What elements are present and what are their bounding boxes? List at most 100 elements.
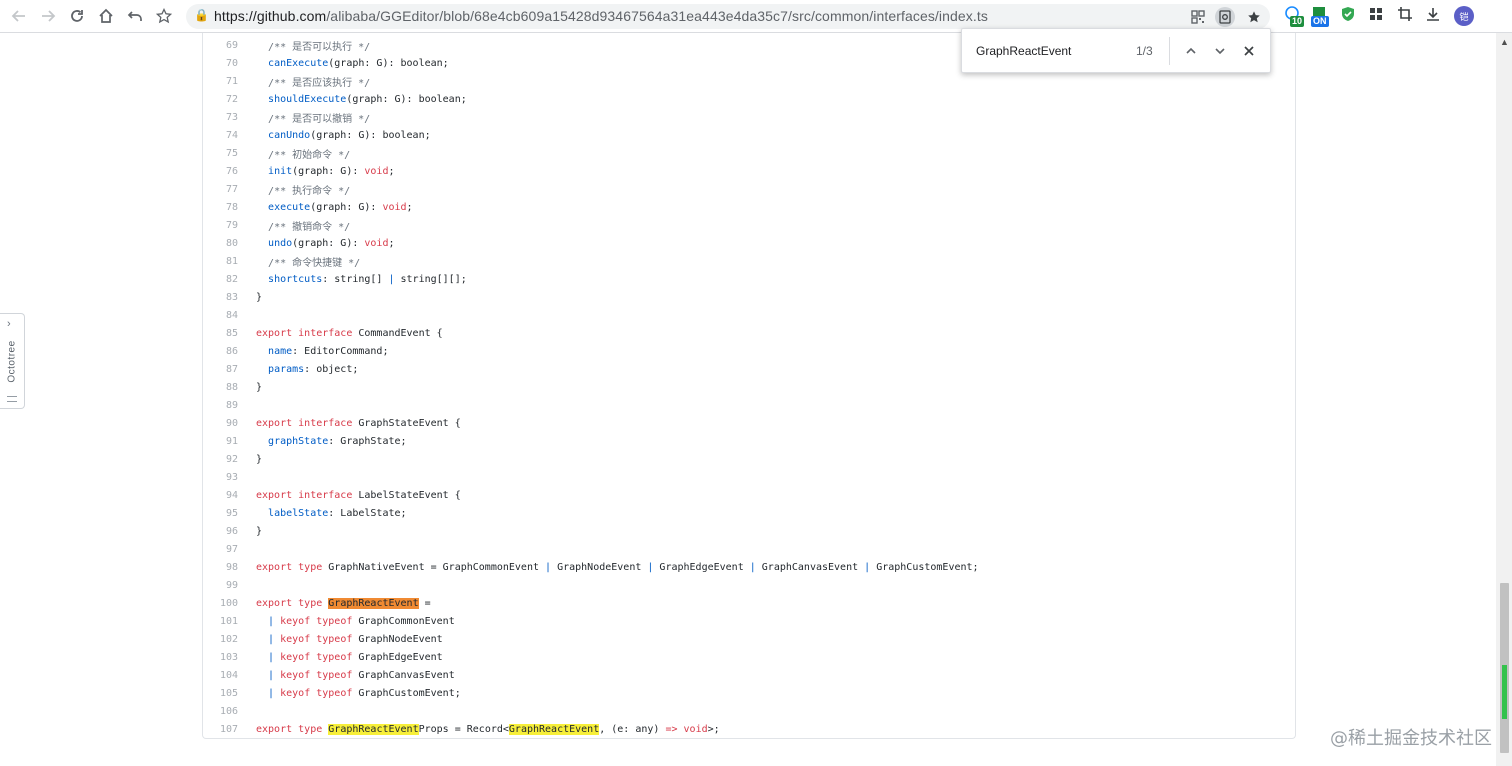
- line-number[interactable]: 101: [202, 616, 238, 627]
- line-number[interactable]: 91: [202, 436, 238, 447]
- code-line: 76 init(graph: G): void;: [202, 162, 1292, 180]
- line-number[interactable]: 85: [202, 328, 238, 339]
- find-previous-chevron-up-icon[interactable]: [1180, 40, 1202, 62]
- line-number[interactable]: 92: [202, 454, 238, 465]
- octotree-toggle[interactable]: › Octotree: [0, 313, 25, 409]
- line-number[interactable]: 80: [202, 238, 238, 249]
- line-number[interactable]: 88: [202, 382, 238, 393]
- line-code: /** 是否可以执行 */: [256, 38, 370, 53]
- code-token: typeof: [316, 651, 353, 663]
- profile-avatar[interactable]: 铠: [1454, 6, 1474, 26]
- code-line: 105 | keyof typeof GraphCustomEvent;: [202, 684, 1292, 702]
- code-token: type: [298, 597, 323, 609]
- code-token: GraphCustomEvent;: [870, 561, 979, 573]
- line-number[interactable]: 69: [202, 40, 238, 51]
- drag-handle-icon[interactable]: [7, 396, 17, 402]
- page-scrollbar[interactable]: ▲: [1496, 33, 1512, 766]
- line-code: export type GraphNativeEvent = GraphComm…: [256, 562, 979, 573]
- address-bar[interactable]: 🔒 https://github.com/alibaba/GGEditor/bl…: [186, 4, 1270, 29]
- line-number[interactable]: 102: [202, 634, 238, 645]
- line-code: /** 命令快捷键 */: [256, 254, 360, 269]
- crop-icon[interactable]: [1397, 6, 1417, 26]
- line-number[interactable]: 94: [202, 490, 238, 501]
- code-line: 90 export interface GraphStateEvent {: [202, 414, 1292, 432]
- reload-icon[interactable]: [65, 4, 89, 28]
- extension-a-icon[interactable]: 10: [1284, 6, 1305, 27]
- back-arrow-icon[interactable]: [7, 4, 31, 28]
- code-line: 101 | keyof typeof GraphCommonEvent: [202, 612, 1292, 630]
- line-number[interactable]: 104: [202, 670, 238, 681]
- code-token: GraphCanvasEvent: [755, 561, 865, 573]
- line-number[interactable]: 93: [202, 472, 238, 483]
- octotree-label-text: Octotree: [6, 339, 18, 383]
- find-in-page-icon[interactable]: [1215, 7, 1235, 27]
- url-text[interactable]: https://github.com/alibaba/GGEditor/blob…: [214, 8, 988, 24]
- line-number[interactable]: 95: [202, 508, 238, 519]
- line-number[interactable]: 97: [202, 544, 238, 555]
- line-number[interactable]: 99: [202, 580, 238, 591]
- line-code: export interface GraphStateEvent {: [256, 418, 461, 429]
- line-number[interactable]: 76: [202, 166, 238, 177]
- code-token: Props = Record<: [418, 723, 509, 735]
- line-code: }: [256, 526, 262, 537]
- line-number[interactable]: 96: [202, 526, 238, 537]
- find-close-icon[interactable]: [1238, 40, 1260, 62]
- code-token: /** 撤销命令 */: [268, 221, 351, 233]
- line-number[interactable]: 90: [202, 418, 238, 429]
- line-number[interactable]: 78: [202, 202, 238, 213]
- line-number[interactable]: 98: [202, 562, 238, 573]
- line-number[interactable]: 100: [202, 598, 238, 609]
- forward-arrow-icon[interactable]: [36, 4, 60, 28]
- line-number[interactable]: 82: [202, 274, 238, 285]
- qr-code-icon[interactable]: [1188, 7, 1208, 27]
- code-line: 72 shouldExecute(graph: G): boolean;: [202, 90, 1292, 108]
- scroll-up-arrow-icon[interactable]: ▲: [1500, 37, 1509, 47]
- line-number[interactable]: 75: [202, 148, 238, 159]
- code-token: /** 是否可以撤销 */: [268, 113, 371, 125]
- line-number[interactable]: 70: [202, 58, 238, 69]
- code-token: name: [268, 345, 293, 357]
- line-number[interactable]: 107: [202, 724, 238, 735]
- code-line: 104 | keyof typeof GraphCanvasEvent: [202, 666, 1292, 684]
- line-number[interactable]: 106: [202, 706, 238, 717]
- line-number[interactable]: 89: [202, 400, 238, 411]
- line-number[interactable]: 86: [202, 346, 238, 357]
- line-number[interactable]: 81: [202, 256, 238, 267]
- bookmark-star-icon[interactable]: [152, 4, 176, 28]
- code-token: export: [256, 597, 293, 609]
- code-token: , (e: any): [599, 723, 666, 735]
- code-token: : EditorCommand;: [292, 345, 389, 357]
- url-path: /alibaba/GGEditor/blob/68e4cb609a15428d9…: [326, 8, 988, 24]
- line-number[interactable]: 79: [202, 220, 238, 231]
- line-number[interactable]: 84: [202, 310, 238, 321]
- download-icon[interactable]: [1425, 6, 1445, 26]
- extension-b-icon[interactable]: ON: [1311, 6, 1331, 27]
- undo-icon[interactable]: [123, 4, 147, 28]
- line-number[interactable]: 103: [202, 652, 238, 663]
- find-next-chevron-down-icon[interactable]: [1209, 40, 1231, 62]
- code-line: 98 export type GraphNativeEvent = GraphCo…: [202, 558, 1292, 576]
- line-number[interactable]: 83: [202, 292, 238, 303]
- code-token: GraphNativeEvent = GraphCommonEvent: [322, 561, 546, 573]
- code-token: GraphEdgeEvent: [653, 561, 750, 573]
- apps-grid-icon[interactable]: [1368, 6, 1388, 26]
- code-token: : LabelState;: [328, 507, 407, 519]
- line-number[interactable]: 73: [202, 112, 238, 123]
- line-number[interactable]: 72: [202, 94, 238, 105]
- line-number[interactable]: 74: [202, 130, 238, 141]
- shield-extension-icon[interactable]: [1340, 6, 1360, 26]
- bookmark-page-star-icon[interactable]: [1244, 7, 1264, 27]
- line-number[interactable]: 105: [202, 688, 238, 699]
- code-token: shouldExecute: [268, 93, 347, 105]
- line-number[interactable]: 77: [202, 184, 238, 195]
- line-number[interactable]: 87: [202, 364, 238, 375]
- line-code: | keyof typeof GraphCommonEvent: [256, 616, 455, 627]
- find-input[interactable]: [976, 42, 1116, 60]
- home-icon[interactable]: [94, 4, 118, 28]
- line-number[interactable]: 71: [202, 76, 238, 87]
- lock-icon[interactable]: 🔒: [194, 8, 209, 22]
